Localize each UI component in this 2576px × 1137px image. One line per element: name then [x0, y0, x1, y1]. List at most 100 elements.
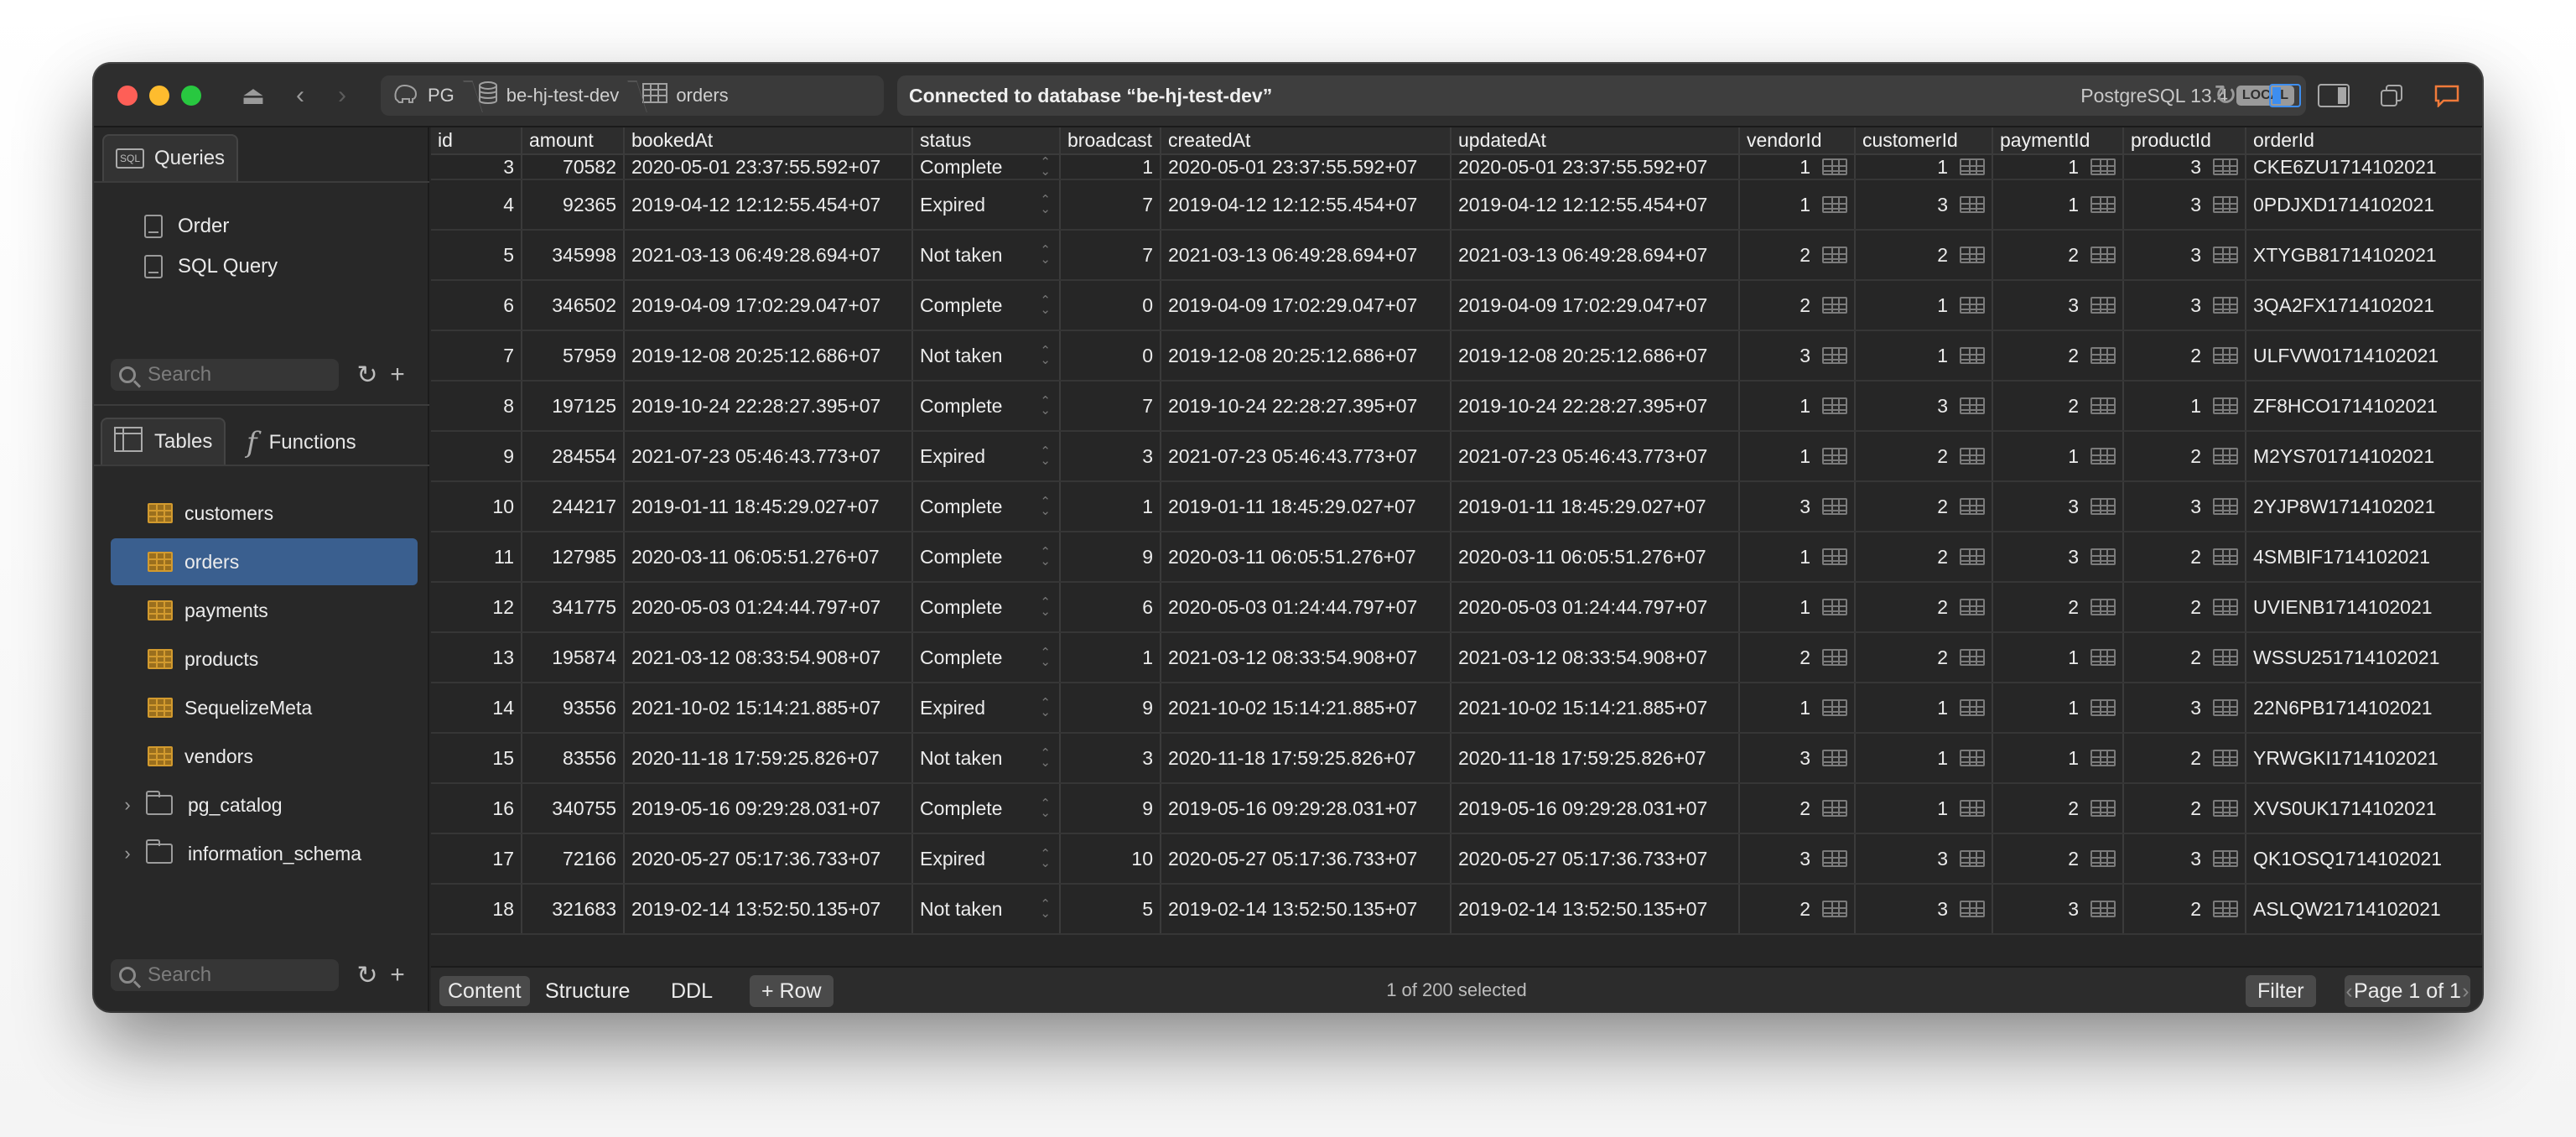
cell-amount[interactable]: 284554	[522, 431, 625, 482]
cell-paymentid[interactable]: 1	[1992, 179, 2124, 231]
enum-picker-icon[interactable]: ⌃ ⌄	[1040, 395, 1051, 417]
foreign-key-table-icon[interactable]	[1822, 297, 1847, 314]
cell-amount[interactable]: 321683	[522, 884, 625, 935]
back-icon[interactable]: ‹	[285, 79, 315, 112]
cell-broadcast[interactable]: 3	[1060, 733, 1161, 784]
foreign-key-table-icon[interactable]	[1960, 158, 1985, 175]
cell-orderid[interactable]: 4SMBIF1714102021	[2246, 532, 2482, 583]
cell-orderid[interactable]: YRWGKI1714102021	[2246, 733, 2482, 784]
cell-bookedat[interactable]: 2021-07-23 05:46:43.773+07	[624, 431, 913, 482]
foreign-key-table-icon[interactable]	[2213, 649, 2238, 666]
add-query-icon[interactable]: +	[382, 360, 413, 390]
foreign-key-table-icon[interactable]	[2090, 750, 2116, 766]
cell-customerid[interactable]: 2	[1855, 532, 1993, 583]
cell-broadcast[interactable]: 9	[1060, 683, 1161, 734]
cell-status[interactable]: Complete ⌃ ⌄	[912, 582, 1061, 633]
cell-orderid[interactable]: CKE6ZU1714102021	[2246, 154, 2482, 180]
foreign-key-table-icon[interactable]	[2090, 850, 2116, 867]
cell-createdat[interactable]: 2021-10-02 15:14:21.885+07	[1161, 683, 1452, 734]
foreign-key-table-icon[interactable]	[2213, 297, 2238, 314]
column-header-vendorid[interactable]: vendorId	[1739, 127, 1856, 155]
cell-paymentid[interactable]: 2	[1992, 330, 2124, 382]
enum-picker-icon[interactable]: ⌃ ⌄	[1040, 697, 1051, 719]
cell-id[interactable]: 11	[431, 532, 522, 583]
tab-queries[interactable]: SQL Queries	[102, 134, 239, 181]
cell-amount[interactable]: 346502	[522, 280, 625, 331]
foreign-key-table-icon[interactable]	[1822, 901, 1847, 917]
cell-orderid[interactable]: ASLQW21714102021	[2246, 884, 2482, 935]
column-header-customerid[interactable]: customerId	[1855, 127, 1993, 155]
cell-status[interactable]: Complete ⌃ ⌄	[912, 280, 1061, 331]
cell-customerid[interactable]: 1	[1855, 733, 1993, 784]
cell-bookedat[interactable]: 2020-05-03 01:24:44.797+07	[624, 582, 913, 633]
cell-productid[interactable]: 2	[2123, 330, 2246, 382]
cell-status[interactable]: Expired ⌃ ⌄	[912, 179, 1061, 231]
cell-customerid[interactable]: 3	[1855, 884, 1993, 935]
cell-vendorid[interactable]: 2	[1739, 783, 1856, 834]
cell-orderid[interactable]: ZF8HCO1714102021	[2246, 381, 2482, 432]
column-header-status[interactable]: status	[912, 127, 1061, 155]
cell-orderid[interactable]: XTYGB81714102021	[2246, 230, 2482, 281]
cell-createdat[interactable]: 2019-12-08 20:25:12.686+07	[1161, 330, 1452, 382]
cell-paymentid[interactable]: 2	[1992, 582, 2124, 633]
cell-createdat[interactable]: 2019-01-11 18:45:29.027+07	[1161, 481, 1452, 532]
tab-tables[interactable]: Tables	[101, 418, 226, 465]
cell-id[interactable]: 13	[431, 632, 522, 683]
foreign-key-table-icon[interactable]	[2090, 548, 2116, 565]
cell-orderid[interactable]: XVS0UK1714102021	[2246, 783, 2482, 834]
table-row[interactable]: 14 93556 2021-10-02 15:14:21.885+07 Expired…	[431, 683, 2482, 734]
refresh-tables-icon[interactable]: ↻	[352, 960, 382, 990]
column-header-productid[interactable]: productId	[2123, 127, 2246, 155]
foreign-key-table-icon[interactable]	[1822, 196, 1847, 213]
cell-createdat[interactable]: 2020-05-01 23:37:55.592+07	[1161, 154, 1452, 180]
cell-updatedat[interactable]: 2019-12-08 20:25:12.686+07	[1451, 330, 1740, 382]
cell-productid[interactable]: 2	[2123, 733, 2246, 784]
foreign-key-table-icon[interactable]	[1822, 850, 1847, 867]
column-header-paymentid[interactable]: paymentId	[1992, 127, 2124, 155]
table-row[interactable]: 13 195874 2021-03-12 08:33:54.908+07 Comple…	[431, 632, 2482, 683]
cell-vendorid[interactable]: 3	[1739, 481, 1856, 532]
cell-createdat[interactable]: 2021-07-23 05:46:43.773+07	[1161, 431, 1452, 482]
cell-broadcast[interactable]: 1	[1060, 632, 1161, 683]
cell-customerid[interactable]: 2	[1855, 481, 1993, 532]
foreign-key-table-icon[interactable]	[2213, 800, 2238, 817]
cell-orderid[interactable]: UVIENB1714102021	[2246, 582, 2482, 633]
enum-picker-icon[interactable]: ⌃ ⌄	[1040, 194, 1051, 215]
cell-broadcast[interactable]: 5	[1060, 884, 1161, 935]
cell-paymentid[interactable]: 1	[1992, 733, 2124, 784]
next-page-icon[interactable]: ›	[2461, 979, 2470, 1004]
cell-bookedat[interactable]: 2021-03-13 06:49:28.694+07	[624, 230, 913, 281]
cell-id[interactable]: 10	[431, 481, 522, 532]
cell-updatedat[interactable]: 2019-02-14 13:52:50.135+07	[1451, 884, 1740, 935]
cell-status[interactable]: Complete ⌃ ⌄	[912, 481, 1061, 532]
enum-picker-icon[interactable]: ⌃ ⌄	[1040, 546, 1051, 568]
reload-icon[interactable]: ↻	[2209, 79, 2242, 112]
foreign-key-table-icon[interactable]	[1960, 448, 1985, 465]
cell-status[interactable]: Complete ⌃ ⌄	[912, 381, 1061, 432]
foreign-key-table-icon[interactable]	[1960, 649, 1985, 666]
cell-bookedat[interactable]: 2021-03-12 08:33:54.908+07	[624, 632, 913, 683]
foreign-key-table-icon[interactable]	[2090, 599, 2116, 615]
cell-createdat[interactable]: 2021-03-12 08:33:54.908+07	[1161, 632, 1452, 683]
cell-amount[interactable]: 83556	[522, 733, 625, 784]
enum-picker-icon[interactable]: ⌃ ⌄	[1040, 848, 1051, 870]
foreign-key-table-icon[interactable]	[1960, 347, 1985, 364]
foreign-key-table-icon[interactable]	[2213, 397, 2238, 414]
foreign-key-table-icon[interactable]	[2213, 158, 2238, 175]
forward-icon[interactable]: ›	[327, 79, 357, 112]
cell-id[interactable]: 12	[431, 582, 522, 633]
cell-amount[interactable]: 340755	[522, 783, 625, 834]
cell-broadcast[interactable]: 10	[1060, 833, 1161, 885]
cell-productid[interactable]: 3	[2123, 154, 2246, 180]
cell-orderid[interactable]: QK1OSQ1714102021	[2246, 833, 2482, 885]
column-header-updatedat[interactable]: updatedAt	[1451, 127, 1740, 155]
foreign-key-table-icon[interactable]	[2090, 448, 2116, 465]
data-grid[interactable]: id amount bookedAt status broadcast createdAt…	[431, 127, 2482, 966]
foreign-key-table-icon[interactable]	[1822, 158, 1847, 175]
cell-customerid[interactable]: 3	[1855, 833, 1993, 885]
cell-status[interactable]: Complete ⌃ ⌄	[912, 154, 1061, 180]
table-row[interactable]: 7 57959 2019-12-08 20:25:12.686+07 Not take…	[431, 330, 2482, 382]
cell-updatedat[interactable]: 2021-03-13 06:49:28.694+07	[1451, 230, 1740, 281]
cell-amount[interactable]: 341775	[522, 582, 625, 633]
cell-customerid[interactable]: 1	[1855, 330, 1993, 382]
